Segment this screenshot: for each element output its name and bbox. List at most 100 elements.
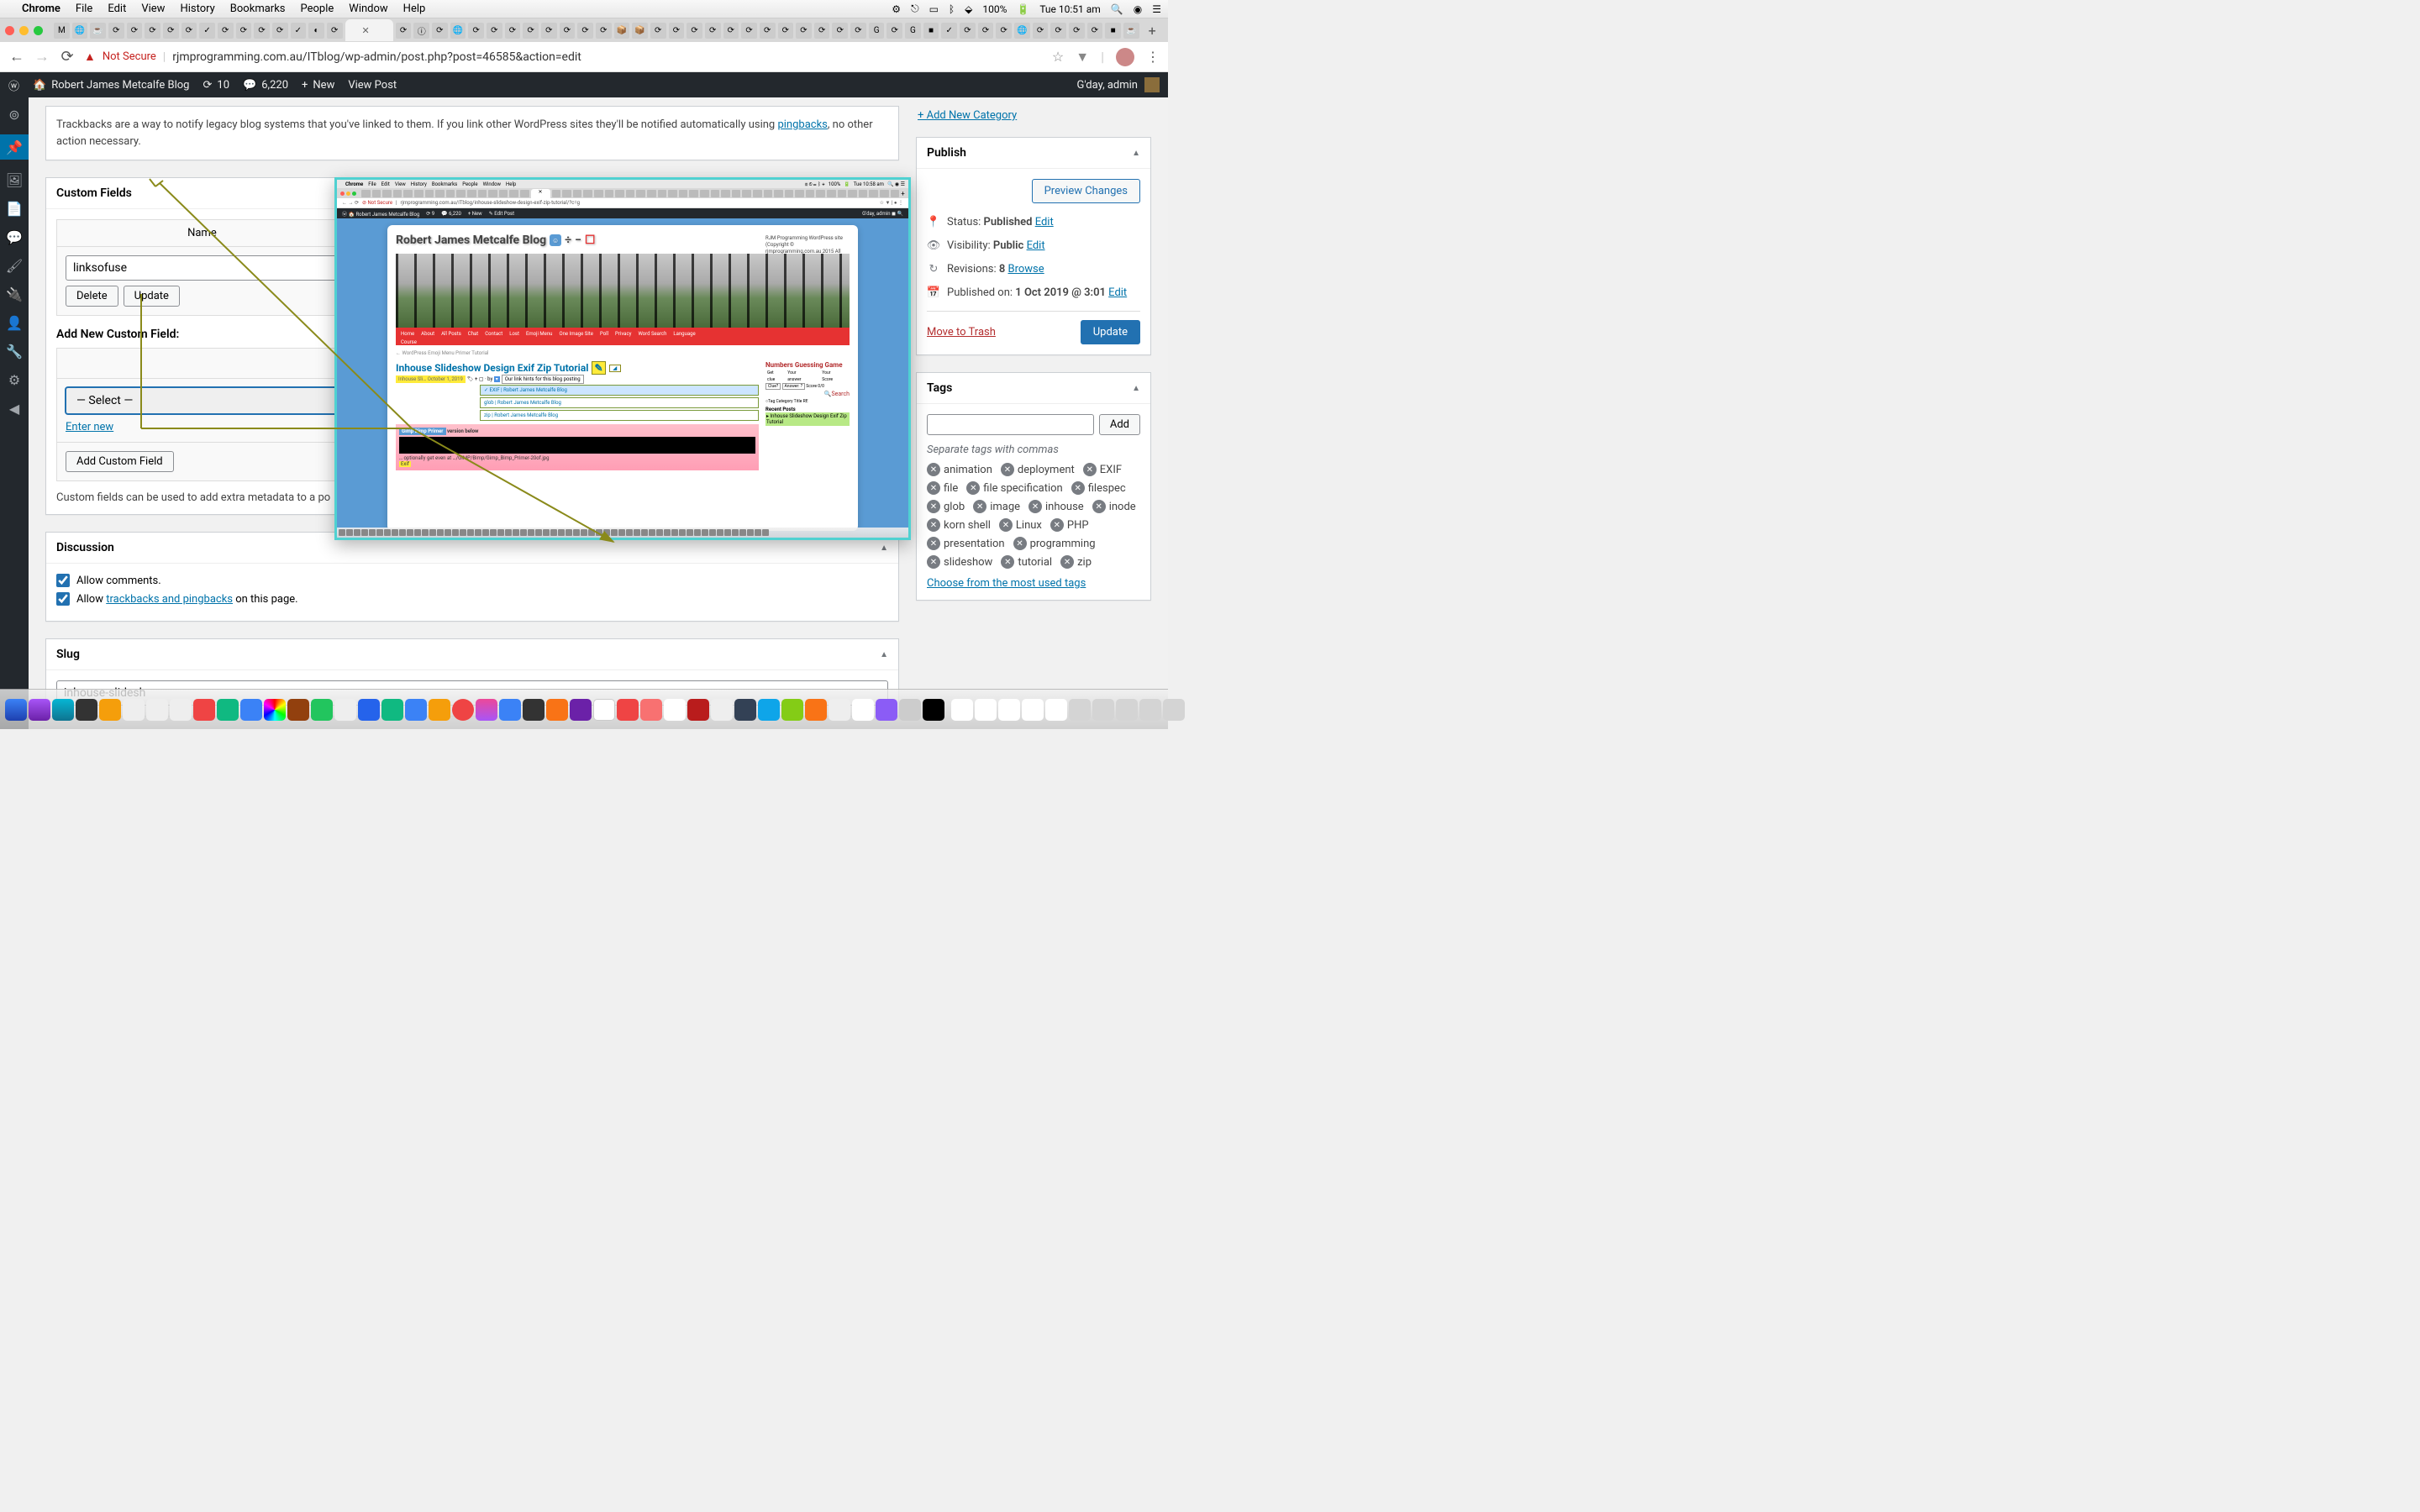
dock-app-icon[interactable] (476, 699, 497, 721)
dock-app-icon[interactable] (429, 699, 450, 721)
tab-favicon[interactable]: ⟳ (560, 23, 576, 39)
tab-favicon[interactable]: ⟳ (832, 23, 848, 39)
tab-favicon[interactable]: ⟳ (1087, 23, 1103, 39)
allow-pings-checkbox[interactable] (56, 592, 70, 606)
dock-app-icon[interactable] (923, 699, 944, 721)
edit-status-link[interactable]: Edit (1035, 216, 1054, 228)
tab-favicon[interactable]: ⟳ (760, 23, 776, 39)
tab-favicon[interactable]: ⟳ (505, 23, 521, 39)
clock[interactable]: Tue 10:51 am (1039, 3, 1100, 15)
tab-favicon[interactable]: ⟳ (468, 23, 484, 39)
tag-remove-icon[interactable]: ✕ (927, 463, 940, 476)
tools-icon[interactable]: 🔧 (6, 343, 23, 360)
tab-favicon[interactable]: ⟳ (541, 23, 557, 39)
tab-favicon[interactable]: ⟳ (1069, 23, 1085, 39)
tab-favicon[interactable]: ✓ (941, 23, 957, 39)
tag-remove-icon[interactable]: ✕ (1060, 555, 1074, 569)
dock-app-icon[interactable] (1022, 699, 1044, 721)
postbox-toggle-icon[interactable]: ▲ (880, 543, 888, 553)
tab-favicon[interactable]: M (54, 23, 70, 39)
dock-app-icon[interactable] (593, 699, 615, 721)
menu-app[interactable]: Chrome (22, 3, 60, 15)
dock-app-icon[interactable] (687, 699, 709, 721)
dock-app-icon[interactable] (99, 699, 121, 721)
dock-app-icon[interactable] (29, 699, 50, 721)
dock-app-icon[interactable] (170, 699, 192, 721)
tag-remove-icon[interactable]: ✕ (927, 555, 940, 569)
dock-app-icon[interactable] (146, 699, 168, 721)
tag-remove-icon[interactable]: ✕ (927, 481, 940, 495)
add-new-category-link[interactable]: + Add New Category (918, 109, 1017, 122)
tag-remove-icon[interactable]: ✕ (927, 537, 940, 550)
dock-app-icon[interactable] (311, 699, 333, 721)
tab-favicon[interactable]: ⟳ (108, 23, 124, 39)
collapse-icon[interactable]: ◀ (6, 400, 23, 417)
tab-favicon[interactable]: ⟳ (741, 23, 757, 39)
pingbacks-link[interactable]: pingbacks (777, 118, 827, 131)
users-icon[interactable]: 👤 (6, 314, 23, 331)
dock-app-icon[interactable] (781, 699, 803, 721)
notifications-icon[interactable]: ☰ (1152, 3, 1161, 15)
tab-favicon[interactable]: ⟳ (432, 23, 448, 39)
postbox-toggle-icon[interactable]: ▲ (1132, 384, 1140, 393)
tab-favicon[interactable]: 🌐 (72, 23, 88, 39)
browse-revisions-link[interactable]: Browse (1008, 263, 1044, 276)
tab-favicon[interactable]: ⟳ (272, 23, 288, 39)
dashboard-icon[interactable]: ⊚ (6, 106, 23, 123)
dock-app-icon[interactable] (1069, 699, 1091, 721)
tab-favicon[interactable]: ⟳ (705, 23, 721, 39)
tab-favicon[interactable]: ⟳ (523, 23, 539, 39)
wp-new[interactable]: +New (302, 79, 334, 92)
wp-updates[interactable]: ⟳10 (203, 79, 230, 92)
chrome-menu-icon[interactable]: ⋮ (1146, 49, 1160, 65)
dock-app-icon[interactable] (975, 699, 997, 721)
preview-changes-button[interactable]: Preview Changes (1032, 179, 1140, 203)
dock-app-icon[interactable] (240, 699, 262, 721)
tab-favicon[interactable]: ⟳ (182, 23, 197, 39)
siri-icon[interactable]: ◉ (1134, 3, 1142, 15)
tab-favicon[interactable]: ⟳ (814, 23, 830, 39)
tag-remove-icon[interactable]: ✕ (927, 518, 940, 532)
tag-remove-icon[interactable]: ✕ (1028, 500, 1042, 513)
tab-favicon[interactable]: ⟳ (218, 23, 234, 39)
move-to-trash-link[interactable]: Move to Trash (927, 326, 996, 339)
window-close[interactable] (5, 26, 14, 35)
dock-trash-icon[interactable] (1163, 699, 1185, 721)
spotlight-icon[interactable]: 🔍 (1111, 3, 1123, 15)
star-icon[interactable]: ☆ (1052, 49, 1064, 65)
menu-edit[interactable]: Edit (108, 3, 126, 15)
dock-app-icon[interactable] (711, 699, 733, 721)
dock-app-icon[interactable] (1045, 699, 1067, 721)
wp-view-post[interactable]: View Post (348, 79, 397, 92)
extension-icon[interactable]: ▼ (1076, 49, 1089, 66)
dock-app-icon[interactable] (734, 699, 756, 721)
choose-tags-link[interactable]: Choose from the most used tags (927, 577, 1086, 590)
menu-file[interactable]: File (76, 3, 92, 15)
tab-favicon[interactable]: G (869, 23, 885, 39)
dock-app-icon[interactable] (1092, 699, 1114, 721)
dock-app-icon[interactable] (264, 699, 286, 721)
postbox-toggle-icon[interactable]: ▲ (880, 650, 888, 659)
menu-history[interactable]: History (180, 3, 214, 15)
tag-remove-icon[interactable]: ✕ (1001, 463, 1014, 476)
tab-favicon[interactable]: ⟳ (487, 23, 502, 39)
tab-favicon[interactable]: ✓ (199, 23, 215, 39)
postbox-toggle-icon[interactable]: ▲ (1132, 149, 1140, 158)
cf-name-input[interactable] (66, 255, 350, 281)
tab-favicon[interactable]: ⟳ (723, 23, 739, 39)
dock-app-icon[interactable] (76, 699, 97, 721)
tab-favicon[interactable]: ⟳ (960, 23, 976, 39)
menu-view[interactable]: View (141, 3, 165, 15)
tab-favicon[interactable]: 📦 (632, 23, 648, 39)
tab-favicon[interactable]: ✓ (291, 23, 307, 39)
comments-icon[interactable]: 💬 (6, 228, 23, 245)
tab-favicon[interactable]: ⟳ (996, 23, 1012, 39)
wifi-icon[interactable]: ⬙ (965, 3, 972, 15)
dock-app-icon[interactable] (899, 699, 921, 721)
active-tab[interactable]: ✕ (345, 19, 393, 41)
tab-favicon[interactable]: 📦 (614, 23, 630, 39)
tab-favicon[interactable]: G (905, 23, 921, 39)
wp-greeting[interactable]: G'day, admin (1077, 79, 1138, 92)
forward-button[interactable]: → (34, 48, 50, 66)
tab-favicon[interactable]: ⟳ (236, 23, 252, 39)
